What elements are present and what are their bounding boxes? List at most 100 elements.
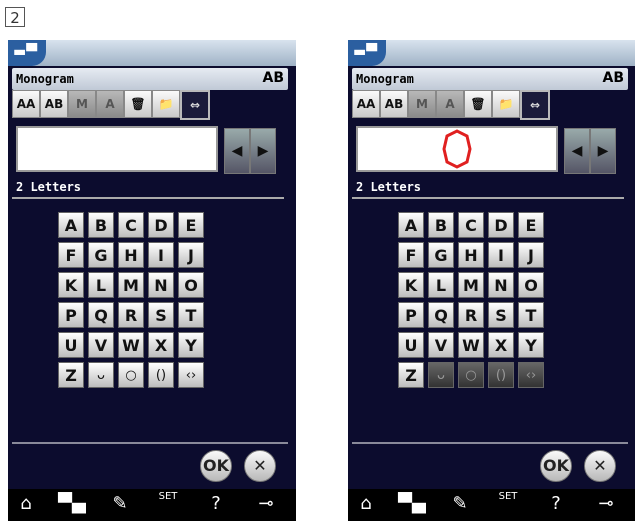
letter-key-w[interactable]: W <box>118 332 144 358</box>
save-folder-icon[interactable]: 📁 <box>152 90 180 118</box>
letter-key-q[interactable]: Q <box>88 302 114 328</box>
angle-frame-icon[interactable]: ‹› <box>178 362 204 388</box>
lock-icon[interactable]: ⊸ <box>588 493 624 514</box>
letter-key-e[interactable]: E <box>178 212 204 238</box>
letter-key-k[interactable]: K <box>58 272 84 298</box>
letter-key-b[interactable]: B <box>88 212 114 238</box>
letter-key-l[interactable]: L <box>88 272 114 298</box>
layout-icon[interactable]: ⇔ <box>520 90 550 120</box>
machine-icon[interactable]: ▀▄ <box>54 493 90 514</box>
letter-key-o[interactable]: O <box>518 272 544 298</box>
home-icon[interactable]: ⌂ <box>348 493 384 514</box>
help-icon[interactable]: ? <box>538 493 574 514</box>
letter-key-n[interactable]: N <box>488 272 514 298</box>
letter-key-c[interactable]: C <box>458 212 484 238</box>
letter-key-a[interactable]: A <box>398 212 424 238</box>
set-icon[interactable]: SET <box>490 491 526 502</box>
letter-key-y[interactable]: Y <box>518 332 544 358</box>
letter-key-z[interactable]: Z <box>58 362 84 388</box>
wreath-frame-icon[interactable]: ᴗ <box>88 362 114 388</box>
machine-icon[interactable]: ▬▀ <box>8 40 46 66</box>
screen-left: ▬▀ Monogram AB AA AB M A 🗑 📁 ⇔ ◀ ▶ 2 Let… <box>8 40 296 521</box>
circle-frame-icon[interactable]: ○ <box>118 362 144 388</box>
monogram-badge: AB <box>262 70 284 86</box>
left-arrow-button[interactable]: ◀ <box>224 128 250 174</box>
letter-key-m[interactable]: M <box>118 272 144 298</box>
letter-key-c[interactable]: C <box>118 212 144 238</box>
right-arrow-button[interactable]: ▶ <box>590 128 616 174</box>
letter-key-p[interactable]: P <box>398 302 424 328</box>
delete-icon[interactable]: 🗑 <box>464 90 492 118</box>
letter-key-s[interactable]: S <box>148 302 174 328</box>
letter-key-p[interactable]: P <box>58 302 84 328</box>
wreath-frame-icon[interactable]: ᴗ <box>428 362 454 388</box>
angle-frame-icon[interactable]: ‹› <box>518 362 544 388</box>
machine-icon[interactable]: ▬▀ <box>348 40 386 66</box>
letter-key-a[interactable]: A <box>58 212 84 238</box>
letter-key-n[interactable]: N <box>148 272 174 298</box>
letter-key-g[interactable]: G <box>428 242 454 268</box>
size-m-button[interactable]: M <box>68 90 96 118</box>
ab-mode-button[interactable]: AB <box>40 90 68 118</box>
letter-key-r[interactable]: R <box>458 302 484 328</box>
letter-key-d[interactable]: D <box>488 212 514 238</box>
size-m-button[interactable]: M <box>408 90 436 118</box>
letter-key-i[interactable]: I <box>148 242 174 268</box>
letter-key-h[interactable]: H <box>118 242 144 268</box>
letter-key-k[interactable]: K <box>398 272 424 298</box>
style-a-button[interactable]: A <box>96 90 124 118</box>
letter-key-w[interactable]: W <box>458 332 484 358</box>
letter-key-y[interactable]: Y <box>178 332 204 358</box>
cancel-button[interactable]: ✕ <box>584 450 616 482</box>
letter-key-l[interactable]: L <box>428 272 454 298</box>
edit-icon[interactable]: ✎ <box>442 493 478 514</box>
letter-key-r[interactable]: R <box>118 302 144 328</box>
letter-key-t[interactable]: T <box>518 302 544 328</box>
letter-key-g[interactable]: G <box>88 242 114 268</box>
letter-key-h[interactable]: H <box>458 242 484 268</box>
delete-icon[interactable]: 🗑 <box>124 90 152 118</box>
cancel-button[interactable]: ✕ <box>244 450 276 482</box>
letter-key-b[interactable]: B <box>428 212 454 238</box>
letter-key-u[interactable]: U <box>398 332 424 358</box>
letter-key-j[interactable]: J <box>178 242 204 268</box>
letter-key-f[interactable]: F <box>398 242 424 268</box>
home-icon[interactable]: ⌂ <box>8 493 44 514</box>
letter-key-v[interactable]: V <box>428 332 454 358</box>
title-bar: Monogram AB <box>352 68 628 90</box>
letter-key-d[interactable]: D <box>148 212 174 238</box>
letter-key-f[interactable]: F <box>58 242 84 268</box>
letter-key-v[interactable]: V <box>88 332 114 358</box>
letter-key-j[interactable]: J <box>518 242 544 268</box>
letter-key-m[interactable]: M <box>458 272 484 298</box>
save-folder-icon[interactable]: 📁 <box>492 90 520 118</box>
font-select-button[interactable]: AA <box>12 90 40 118</box>
circle-frame-icon[interactable]: ○ <box>458 362 484 388</box>
letter-key-x[interactable]: X <box>488 332 514 358</box>
letter-key-x[interactable]: X <box>148 332 174 358</box>
brace-frame-icon[interactable]: () <box>488 362 514 388</box>
letter-key-i[interactable]: I <box>488 242 514 268</box>
set-icon[interactable]: SET <box>150 491 186 502</box>
ab-mode-button[interactable]: AB <box>380 90 408 118</box>
letter-key-s[interactable]: S <box>488 302 514 328</box>
ok-button[interactable]: OK <box>200 450 232 482</box>
brace-frame-icon[interactable]: () <box>148 362 174 388</box>
machine-icon[interactable]: ▀▄ <box>394 493 430 514</box>
lock-icon[interactable]: ⊸ <box>248 493 284 514</box>
letter-key-q[interactable]: Q <box>428 302 454 328</box>
layout-icon[interactable]: ⇔ <box>180 90 210 120</box>
style-a-button[interactable]: A <box>436 90 464 118</box>
letter-key-z[interactable]: Z <box>398 362 424 388</box>
left-arrow-button[interactable]: ◀ <box>564 128 590 174</box>
help-icon[interactable]: ? <box>198 493 234 514</box>
ok-button[interactable]: OK <box>540 450 572 482</box>
letter-key-e[interactable]: E <box>518 212 544 238</box>
edit-icon[interactable]: ✎ <box>102 493 138 514</box>
letter-key-t[interactable]: T <box>178 302 204 328</box>
divider <box>352 197 624 199</box>
font-select-button[interactable]: AA <box>352 90 380 118</box>
letter-key-o[interactable]: O <box>178 272 204 298</box>
letter-key-u[interactable]: U <box>58 332 84 358</box>
right-arrow-button[interactable]: ▶ <box>250 128 276 174</box>
